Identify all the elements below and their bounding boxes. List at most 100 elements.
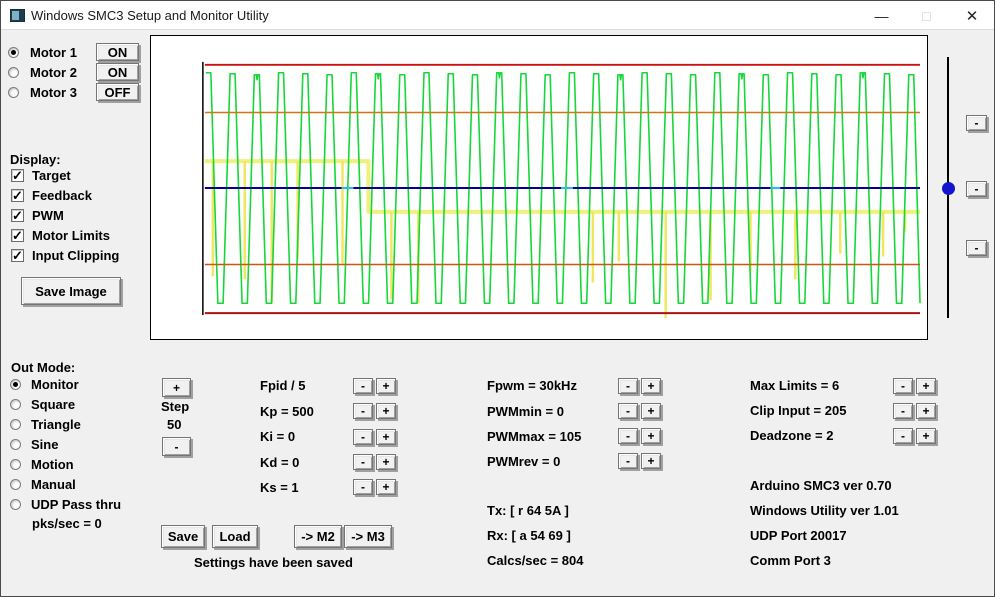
motor-1-power-button[interactable]: ON <box>96 43 139 61</box>
motor-3-label[interactable]: Motor 3 <box>30 85 77 100</box>
fpwm-minus-button[interactable]: - <box>618 378 638 394</box>
load-button[interactable]: Load <box>212 525 258 548</box>
fpwm-value: Fpwm = 30kHz <box>487 378 577 393</box>
motor-2-label[interactable]: Motor 2 <box>30 65 77 80</box>
out-mode-udp-label[interactable]: UDP Pass thru <box>31 497 121 512</box>
out-mode-triangle-label[interactable]: Triangle <box>31 417 81 432</box>
ki-value: Ki = 0 <box>260 429 295 444</box>
motor-limits-checkbox-label[interactable]: Motor Limits <box>32 228 110 243</box>
step-minus-button[interactable]: - <box>162 437 191 456</box>
step-value: 50 <box>167 417 181 432</box>
scale-upper-minus-button[interactable]: - <box>966 115 987 131</box>
pwmmax-minus-button[interactable]: - <box>618 428 638 444</box>
arduino-version-text: Arduino SMC3 ver 0.70 <box>750 478 892 493</box>
fpid-minus-button[interactable]: - <box>353 378 373 394</box>
out-mode-manual-label[interactable]: Manual <box>31 477 76 492</box>
ki-minus-button[interactable]: - <box>353 429 373 445</box>
motor-2-power-button[interactable]: ON <box>96 63 139 81</box>
maximize-icon: □ <box>904 1 949 30</box>
clip-input-plus-button[interactable]: + <box>916 403 936 419</box>
scale-slider-thumb[interactable] <box>942 182 955 195</box>
motor-limits-checkbox[interactable] <box>11 229 24 242</box>
tx-readout: Tx: [ r 64 5A ] <box>487 503 569 518</box>
feedback-checkbox[interactable] <box>11 189 24 202</box>
settings-status-text: Settings have been saved <box>194 555 353 570</box>
rx-readout: Rx: [ a 54 69 ] <box>487 528 571 543</box>
calcs-per-sec-readout: Calcs/sec = 804 <box>487 553 584 568</box>
pwmmin-plus-button[interactable]: + <box>641 403 661 419</box>
copy-to-m3-button[interactable]: -> M3 <box>344 525 392 548</box>
fpid-value: Fpid / 5 <box>260 378 306 393</box>
feedback-checkbox-label[interactable]: Feedback <box>32 188 92 203</box>
target-checkbox[interactable] <box>11 169 24 182</box>
app-icon <box>10 9 25 22</box>
kp-plus-button[interactable]: + <box>376 403 396 419</box>
scope-display <box>150 35 928 340</box>
motor-1-radio[interactable] <box>8 47 19 58</box>
out-mode-udp-radio[interactable] <box>10 499 21 510</box>
pks-per-sec-value: pks/sec = 0 <box>32 516 102 531</box>
motor-1-label[interactable]: Motor 1 <box>30 45 77 60</box>
comm-port-text: Comm Port 3 <box>750 553 831 568</box>
save-button[interactable]: Save <box>161 525 205 548</box>
copy-to-m2-button[interactable]: -> M2 <box>294 525 342 548</box>
ks-value: Ks = 1 <box>260 480 299 495</box>
out-mode-triangle-radio[interactable] <box>10 419 21 430</box>
deadzone-plus-button[interactable]: + <box>916 428 936 444</box>
smc3-window: Windows SMC3 Setup and Monitor Utility —… <box>0 0 995 597</box>
pwmmin-minus-button[interactable]: - <box>618 403 638 419</box>
pwm-checkbox-label[interactable]: PWM <box>32 208 64 223</box>
pwmmin-value: PWMmin = 0 <box>487 404 564 419</box>
close-icon[interactable]: ✕ <box>949 1 995 30</box>
max-limits-minus-button[interactable]: - <box>893 378 913 394</box>
out-mode-sine-label[interactable]: Sine <box>31 437 58 452</box>
kd-value: Kd = 0 <box>260 455 299 470</box>
ki-plus-button[interactable]: + <box>376 429 396 445</box>
window-title: Windows SMC3 Setup and Monitor Utility <box>31 8 269 23</box>
out-mode-motion-label[interactable]: Motion <box>31 457 74 472</box>
step-label: Step <box>161 399 189 414</box>
kd-minus-button[interactable]: - <box>353 454 373 470</box>
out-mode-square-label[interactable]: Square <box>31 397 75 412</box>
out-mode-monitor-label[interactable]: Monitor <box>31 377 79 392</box>
save-image-button[interactable]: Save Image <box>21 277 121 305</box>
out-mode-monitor-radio[interactable] <box>10 379 21 390</box>
utility-version-text: Windows Utility ver 1.01 <box>750 503 899 518</box>
scale-center-minus-button[interactable]: - <box>966 181 987 197</box>
clip-input-minus-button[interactable]: - <box>893 403 913 419</box>
pwmrev-value: PWMrev = 0 <box>487 454 560 469</box>
deadzone-value: Deadzone = 2 <box>750 428 833 443</box>
ks-plus-button[interactable]: + <box>376 479 396 495</box>
clip-input-value: Clip Input = 205 <box>750 403 846 418</box>
max-limits-plus-button[interactable]: + <box>916 378 936 394</box>
udp-port-text: UDP Port 20017 <box>750 528 847 543</box>
title-bar: Windows SMC3 Setup and Monitor Utility —… <box>1 1 994 30</box>
scale-lower-minus-button[interactable]: - <box>966 240 987 256</box>
pwmrev-minus-button[interactable]: - <box>618 453 638 469</box>
deadzone-minus-button[interactable]: - <box>893 428 913 444</box>
kp-minus-button[interactable]: - <box>353 403 373 419</box>
pwmmax-plus-button[interactable]: + <box>641 428 661 444</box>
step-plus-button[interactable]: + <box>162 378 191 397</box>
pwm-checkbox[interactable] <box>11 209 24 222</box>
ks-minus-button[interactable]: - <box>353 479 373 495</box>
input-clipping-checkbox-label[interactable]: Input Clipping <box>32 248 119 263</box>
fpwm-plus-button[interactable]: + <box>641 378 661 394</box>
fpid-plus-button[interactable]: + <box>376 378 396 394</box>
input-clipping-checkbox[interactable] <box>11 249 24 262</box>
pwmmax-value: PWMmax = 105 <box>487 429 581 444</box>
pwmrev-plus-button[interactable]: + <box>641 453 661 469</box>
max-limits-value: Max Limits = 6 <box>750 378 839 393</box>
minimize-icon[interactable]: — <box>859 1 904 30</box>
target-checkbox-label[interactable]: Target <box>32 168 71 183</box>
out-mode-heading: Out Mode: <box>11 360 75 375</box>
motor-2-radio[interactable] <box>8 67 19 78</box>
out-mode-square-radio[interactable] <box>10 399 21 410</box>
out-mode-manual-radio[interactable] <box>10 479 21 490</box>
motor-3-radio[interactable] <box>8 87 19 98</box>
kp-value: Kp = 500 <box>260 404 314 419</box>
out-mode-sine-radio[interactable] <box>10 439 21 450</box>
motor-3-power-button[interactable]: OFF <box>96 83 139 101</box>
kd-plus-button[interactable]: + <box>376 454 396 470</box>
out-mode-motion-radio[interactable] <box>10 459 21 470</box>
